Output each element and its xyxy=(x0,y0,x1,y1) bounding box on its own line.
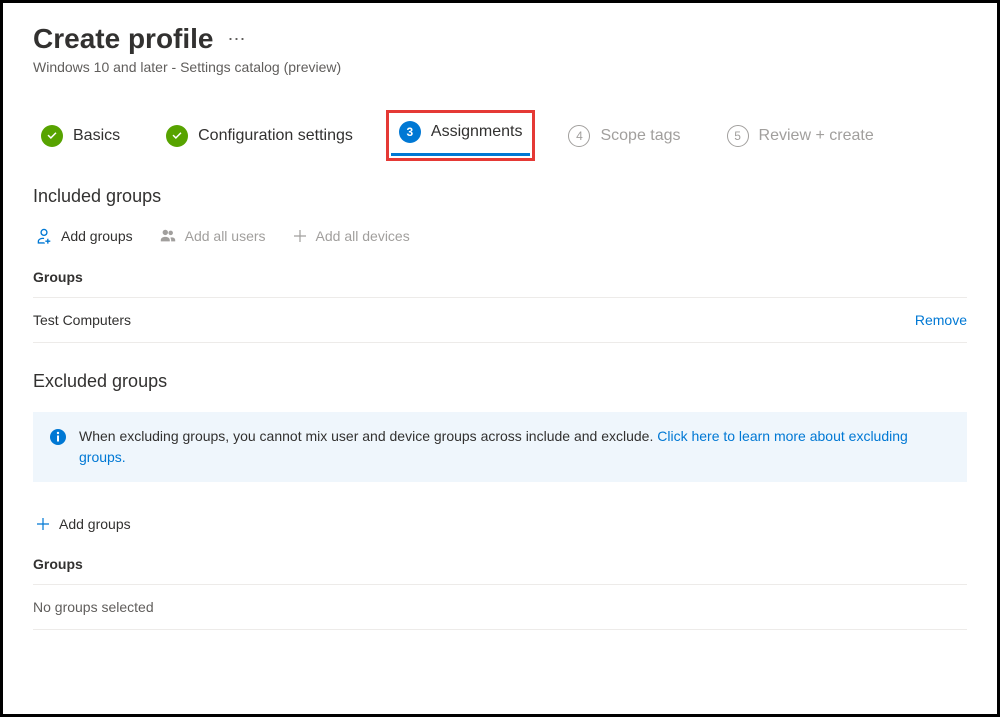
included-groups-column-header: Groups xyxy=(33,269,967,298)
step-basics[interactable]: Basics xyxy=(33,119,128,153)
button-label: Add all devices xyxy=(316,228,410,244)
add-all-users-button[interactable]: Add all users xyxy=(157,223,268,249)
step-label: Assignments xyxy=(431,123,523,141)
step-assignments[interactable]: 3 Assignments xyxy=(391,115,531,156)
step-number-badge: 3 xyxy=(399,121,421,143)
step-label: Basics xyxy=(73,127,120,145)
wizard-stepper: Basics Configuration settings 3 Assignme… xyxy=(33,115,967,156)
excluded-groups-heading: Excluded groups xyxy=(33,371,967,392)
step-scope-tags[interactable]: 4 Scope tags xyxy=(560,119,688,153)
group-name: Test Computers xyxy=(33,312,131,328)
info-icon xyxy=(49,428,67,446)
page-title: Create profile xyxy=(33,23,214,55)
person-add-icon xyxy=(35,227,53,245)
more-actions-button[interactable]: ⋯ xyxy=(228,29,247,50)
step-configuration-settings[interactable]: Configuration settings xyxy=(158,119,361,153)
add-all-devices-button[interactable]: Add all devices xyxy=(290,224,412,248)
button-label: Add groups xyxy=(61,228,133,244)
plus-icon xyxy=(292,228,308,244)
excluded-groups-column-header: Groups xyxy=(33,556,967,585)
step-label: Scope tags xyxy=(600,127,680,145)
remove-group-link[interactable]: Remove xyxy=(915,312,967,328)
info-banner: When excluding groups, you cannot mix us… xyxy=(33,412,967,482)
add-excluded-groups-button[interactable]: Add groups xyxy=(33,512,133,536)
step-label: Review + create xyxy=(759,127,874,145)
button-label: Add groups xyxy=(59,516,131,532)
info-text: When excluding groups, you cannot mix us… xyxy=(79,428,657,444)
people-icon xyxy=(159,227,177,245)
check-icon xyxy=(166,125,188,147)
button-label: Add all users xyxy=(185,228,266,244)
page-subtitle: Windows 10 and later - Settings catalog … xyxy=(33,59,967,75)
step-number-badge: 5 xyxy=(727,125,749,147)
step-review-create[interactable]: 5 Review + create xyxy=(719,119,882,153)
empty-state-text: No groups selected xyxy=(33,585,967,630)
step-number-badge: 4 xyxy=(568,125,590,147)
included-groups-heading: Included groups xyxy=(33,186,967,207)
table-row: Test Computers Remove xyxy=(33,298,967,343)
plus-icon xyxy=(35,516,51,532)
check-icon xyxy=(41,125,63,147)
add-groups-button[interactable]: Add groups xyxy=(33,223,135,249)
step-label: Configuration settings xyxy=(198,127,353,145)
